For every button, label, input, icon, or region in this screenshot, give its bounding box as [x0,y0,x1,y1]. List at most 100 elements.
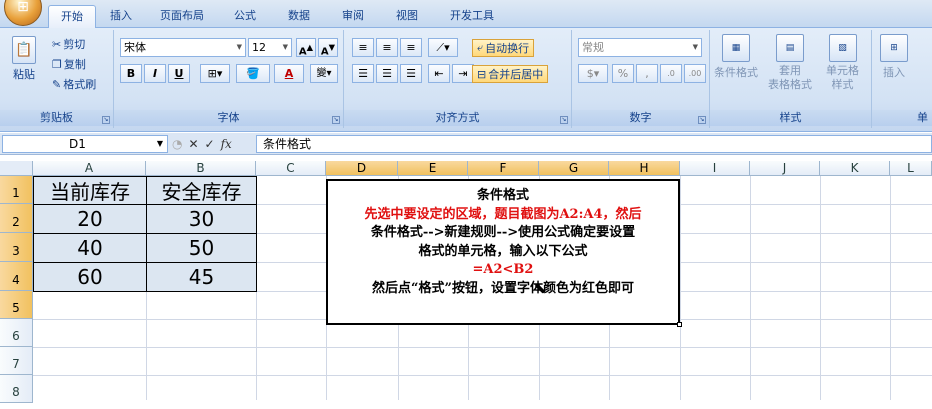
alignment-group-label: 对齐方式 [344,110,571,126]
clipboard-launcher-icon[interactable]: ↘ [102,116,110,124]
column-header-h[interactable]: H [609,161,680,176]
tab-home[interactable]: 开始 [48,5,96,29]
insert-function-icon[interactable]: fx [221,137,232,151]
select-all-corner[interactable] [0,161,33,176]
column-header-d[interactable]: D [326,161,398,176]
paint-bucket-icon: 🪣 [246,67,260,80]
tab-insert[interactable]: 插入 [98,5,144,28]
tab-review[interactable]: 审阅 [330,5,376,28]
format-painter-button[interactable]: ✎ 格式刷 [52,76,96,92]
alignment-launcher-icon[interactable]: ↘ [560,116,568,124]
column-header-l[interactable]: L [890,161,932,176]
row-header-5[interactable]: 5 [0,291,33,319]
table-icon: ▤ [776,34,804,62]
row-header-4[interactable]: 4 [0,262,33,291]
conditional-format-icon: ▦ [722,34,750,62]
instruction-textbox[interactable]: 条件格式 先选中要设定的区域，题目截图为A2:A4，然后 条件格式-->新建规则… [326,179,680,325]
gridline [750,176,751,400]
cell-a2[interactable]: 20 [34,205,146,233]
cell-a4[interactable]: 60 [34,263,146,291]
currency-button[interactable]: $▾ [578,64,608,83]
column-header-f[interactable]: F [468,161,539,176]
column-header-c[interactable]: C [256,161,326,176]
enter-icon[interactable]: ✓ [205,137,215,151]
decrease-decimal-button[interactable]: .00 [684,64,706,83]
column-header-b[interactable]: B [146,161,256,176]
column-header-j[interactable]: J [750,161,820,176]
underline-button[interactable]: U [168,64,190,83]
align-center-button[interactable]: ☰ [376,64,398,83]
office-button[interactable]: ⊞ [4,0,42,26]
cell-b1[interactable]: 安全库存 [147,177,256,204]
row-header-8[interactable]: 8 [0,375,33,403]
tab-formulas[interactable]: 公式 [222,5,268,28]
comma-button[interactable]: , [636,64,658,83]
copy-button[interactable]: ❐ 复制 [52,56,86,72]
grow-font-button[interactable]: A▲ [296,38,316,57]
merge-center-button[interactable]: ⊟ 合并后居中 [472,65,549,83]
name-box[interactable]: D1 ▼ [2,135,168,153]
font-size-combo[interactable]: 12 ▼ [248,38,292,57]
tab-data[interactable]: 数据 [276,5,322,28]
row-header-7[interactable]: 7 [0,347,33,375]
chevron-down-icon: ▼ [156,139,163,148]
align-middle-button[interactable]: ≡ [376,38,398,57]
cells-group: ⊞ 插入 单 [872,30,932,128]
row-header-6[interactable]: 6 [0,319,33,347]
row-header-3[interactable]: 3 [0,233,33,262]
paste-label: 粘贴 [13,68,35,81]
align-top-button[interactable]: ≡ [352,38,374,57]
bold-button[interactable]: B [120,64,142,83]
column-header-k[interactable]: K [820,161,890,176]
wrap-text-button[interactable]: ⤶ 自动换行 [472,39,535,57]
resize-handle[interactable] [677,322,682,327]
column-header-i[interactable]: I [680,161,750,176]
increase-indent-button[interactable]: ⇥ [452,64,474,83]
cut-button[interactable]: ✂ 剪切 [52,36,85,52]
align-right-button[interactable]: ☰ [400,64,422,83]
cancel-icon[interactable]: ✕ [188,137,198,151]
cell-b2[interactable]: 30 [147,205,256,233]
column-header-a[interactable]: A [33,161,146,176]
cell-b4[interactable]: 45 [147,263,256,291]
insert-cells-label: 插入 [883,66,905,79]
font-color-button[interactable]: A [274,64,304,83]
borders-button[interactable]: ⊞▾ [200,64,230,83]
align-left-button[interactable]: ☰ [352,64,374,83]
format-as-table-button[interactable]: ▤ 套用 表格格式 [768,34,812,92]
align-bottom-button[interactable]: ≡ [400,38,422,57]
conditional-format-button[interactable]: ▦ 条件格式 [714,34,758,80]
cell-a1[interactable]: 当前库存 [34,177,146,204]
row-header-2[interactable]: 2 [0,204,33,233]
column-header-g[interactable]: G [539,161,609,176]
formula-input[interactable]: 条件格式 [256,135,932,153]
phonetic-button[interactable]: 變▾ [310,64,338,83]
cell-styles-button[interactable]: ▧ 单元格 样式 [826,34,859,92]
percent-button[interactable]: % [612,64,634,83]
column-header-e[interactable]: E [398,161,468,176]
formula-bar: D1 ▼ ◔ ✕ ✓ fx 条件格式 [0,133,932,155]
note-title: 条件格式 [476,188,529,203]
insert-cells-button[interactable]: ⊞ 插入 [880,34,908,80]
fill-color-button[interactable]: 🪣 [236,64,270,83]
orientation-button[interactable]: ⟋▾ [428,38,458,57]
tab-page-layout[interactable]: 页面布局 [148,5,216,28]
number-launcher-icon[interactable]: ↘ [698,116,706,124]
italic-button[interactable]: I [144,64,166,83]
number-format-combo[interactable]: 常规 ▼ [578,38,702,57]
styles-group: ▦ 条件格式 ▤ 套用 表格格式 ▧ 单元格 样式 样式 [710,30,872,128]
tab-developer[interactable]: 开发工具 [438,5,506,28]
increase-decimal-button[interactable]: .0 [660,64,682,83]
shrink-font-button[interactable]: A▼ [318,38,338,57]
font-name-value: 宋体 [124,41,146,54]
wrap-text-icon: ⤶ [477,41,484,54]
font-name-combo[interactable]: 宋体 ▼ [120,38,246,57]
alignment-group: ≡ ≡ ≡ ⟋▾ ⤶ 自动换行 ☰ ☰ ☰ ⇤ ⇥ ⊟ 合并后居中 对齐方式 ↘ [344,30,572,128]
cell-a3[interactable]: 40 [34,234,146,262]
font-launcher-icon[interactable]: ↘ [332,116,340,124]
tab-view[interactable]: 视图 [384,5,430,28]
row-header-1[interactable]: 1 [0,176,33,204]
paste-button[interactable]: 📋 粘贴 [12,36,36,82]
cell-b3[interactable]: 50 [147,234,256,262]
decrease-indent-button[interactable]: ⇤ [428,64,450,83]
